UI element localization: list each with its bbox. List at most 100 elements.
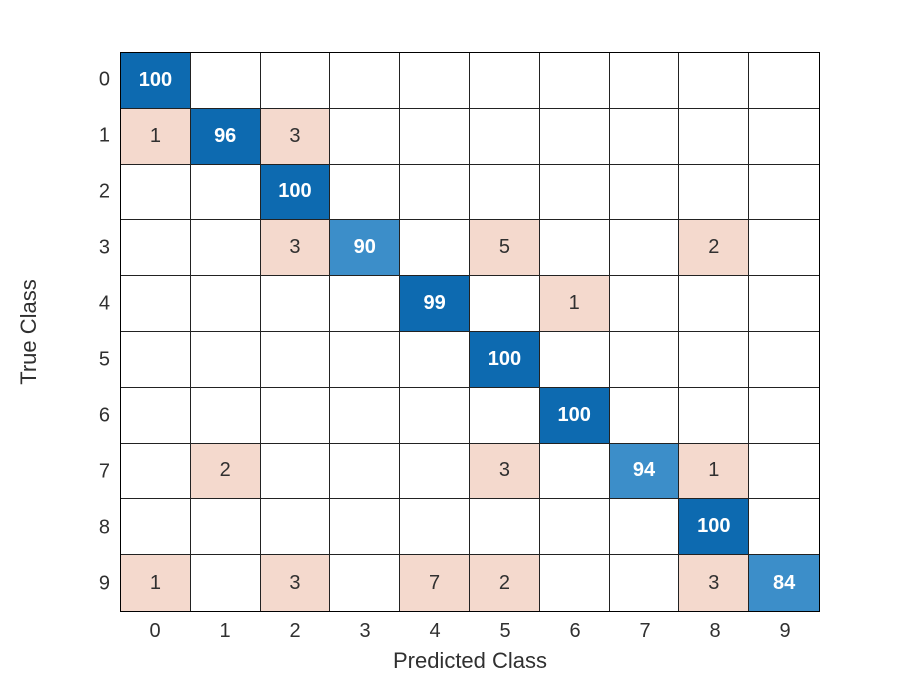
x-tick-9: 9 [779,620,790,643]
cell-r9-c3 [330,555,400,611]
cell-r8-c5 [470,499,540,555]
cell-r4-c8 [679,276,749,332]
y-tick-6: 6 [99,405,110,428]
cell-r2-c2: 100 [261,165,331,221]
cell-r7-c0 [121,444,191,500]
cell-r8-c6 [540,499,610,555]
cell-r0-c8 [679,53,749,109]
y-tick-4: 4 [99,293,110,316]
cell-value: 2 [220,459,231,482]
cell-r1-c5 [470,109,540,165]
cell-r4-c0 [121,276,191,332]
cell-r9-c7 [610,555,680,611]
cell-r3-c7 [610,220,680,276]
x-tick-2: 2 [289,620,300,643]
cell-r4-c2 [261,276,331,332]
y-tick-1: 1 [99,125,110,148]
cell-r1-c1: 96 [191,109,261,165]
cell-r5-c7 [610,332,680,388]
cell-r1-c6 [540,109,610,165]
cell-r3-c8: 2 [679,220,749,276]
y-tick-8: 8 [99,517,110,540]
cell-r2-c9 [749,165,819,221]
x-axis-label: Predicted Class [393,648,547,674]
cell-r7-c5: 3 [470,444,540,500]
cell-r4-c3 [330,276,400,332]
cell-value: 96 [214,125,236,148]
cell-r0-c9 [749,53,819,109]
cell-r0-c3 [330,53,400,109]
cell-r0-c6 [540,53,610,109]
cell-value: 3 [289,572,300,595]
cell-r2-c8 [679,165,749,221]
cell-r2-c7 [610,165,680,221]
cell-r6-c1 [191,388,261,444]
cell-value: 1 [150,572,161,595]
cell-r7-c4 [400,444,470,500]
cell-value: 1 [708,459,719,482]
cell-r2-c4 [400,165,470,221]
cell-r8-c0 [121,499,191,555]
cell-r0-c1 [191,53,261,109]
cell-r1-c8 [679,109,749,165]
cell-r8-c4 [400,499,470,555]
cell-r6-c4 [400,388,470,444]
cell-r2-c6 [540,165,610,221]
y-tick-5: 5 [99,349,110,372]
cell-r4-c9 [749,276,819,332]
cell-r8-c7 [610,499,680,555]
cell-r7-c8: 1 [679,444,749,500]
cell-value: 7 [429,572,440,595]
cell-r7-c3 [330,444,400,500]
x-tick-0: 0 [149,620,160,643]
cell-r0-c2 [261,53,331,109]
cell-r3-c2: 3 [261,220,331,276]
cell-r2-c1 [191,165,261,221]
cell-r6-c9 [749,388,819,444]
cell-value: 1 [569,292,580,315]
y-tick-9: 9 [99,573,110,596]
cell-r0-c0: 100 [121,53,191,109]
cell-r7-c6 [540,444,610,500]
cell-value: 3 [289,236,300,259]
cell-value: 100 [697,515,730,538]
y-tick-3: 3 [99,237,110,260]
cell-r4-c5 [470,276,540,332]
cell-value: 3 [708,572,719,595]
cell-r8-c8: 100 [679,499,749,555]
cell-r2-c3 [330,165,400,221]
cell-value: 90 [354,236,376,259]
cell-r0-c4 [400,53,470,109]
cell-r3-c4 [400,220,470,276]
cell-r9-c9: 84 [749,555,819,611]
cell-r6-c7 [610,388,680,444]
x-tick-1: 1 [219,620,230,643]
cell-r3-c5: 5 [470,220,540,276]
cell-r5-c6 [540,332,610,388]
cell-r0-c7 [610,53,680,109]
cell-r4-c1 [191,276,261,332]
cell-value: 94 [633,459,655,482]
cell-r7-c9 [749,444,819,500]
cell-r1-c0: 1 [121,109,191,165]
cell-r9-c4: 7 [400,555,470,611]
cell-r1-c3 [330,109,400,165]
cell-r7-c2 [261,444,331,500]
cell-r5-c8 [679,332,749,388]
cell-r8-c1 [191,499,261,555]
cell-value: 1 [150,125,161,148]
cell-r6-c8 [679,388,749,444]
cell-r9-c6 [540,555,610,611]
y-tick-2: 2 [99,181,110,204]
cell-r1-c7 [610,109,680,165]
cell-r4-c7 [610,276,680,332]
cell-r2-c0 [121,165,191,221]
cell-r8-c3 [330,499,400,555]
y-tick-0: 0 [99,69,110,92]
cell-value: 100 [278,180,311,203]
cell-r1-c2: 3 [261,109,331,165]
cell-value: 99 [423,292,445,315]
cell-r6-c2 [261,388,331,444]
cell-value: 100 [139,69,172,92]
cell-r5-c4 [400,332,470,388]
